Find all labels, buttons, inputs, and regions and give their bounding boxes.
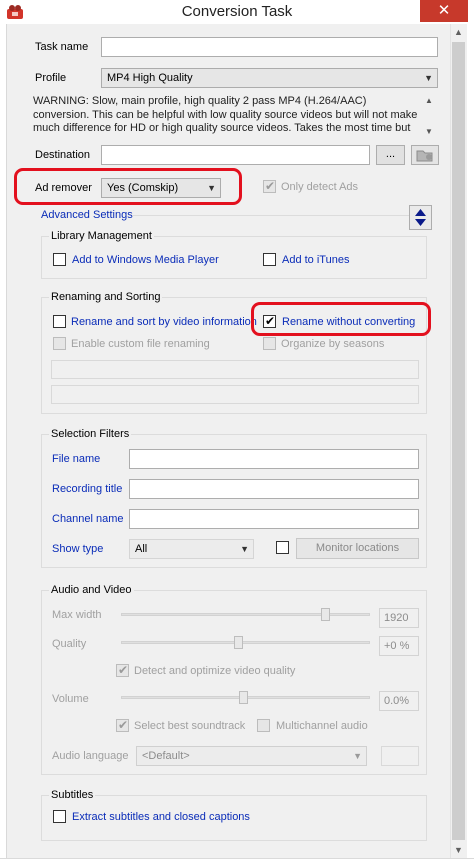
checkmark-icon: ✔ (265, 179, 276, 193)
monitor-locations-button[interactable]: Monitor locations (296, 538, 419, 559)
custom-rename-preview-input[interactable] (51, 385, 419, 404)
show-type-dropdown[interactable]: All ▼ (129, 539, 254, 559)
add-to-wmp-label[interactable]: Add to Windows Media Player (72, 253, 219, 267)
chevron-down-icon: ▼ (424, 73, 433, 83)
advanced-settings-link[interactable]: Advanced Settings (41, 208, 133, 222)
chevron-down-icon: ▼ (240, 544, 249, 554)
only-detect-ads-checkbox[interactable]: ✔ (263, 179, 276, 193)
only-detect-ads-label: Only detect Ads (281, 181, 359, 193)
task-name-label: Task name (35, 41, 89, 53)
max-width-slider-track[interactable] (121, 613, 370, 616)
custom-rename-pattern-input[interactable] (51, 360, 419, 379)
add-to-itunes-checkbox[interactable] (263, 253, 276, 266)
scroll-down-arrow-icon[interactable]: ▼ (450, 842, 467, 859)
task-name-input[interactable] (101, 37, 438, 57)
max-width-value[interactable]: 1920 (379, 608, 419, 628)
add-to-wmp-checkbox[interactable] (53, 253, 66, 266)
file-name-label[interactable]: File name (52, 452, 100, 466)
audio-language-selected-value: <Default> (142, 750, 190, 762)
ad-remover-label: Ad remover (35, 182, 92, 194)
profile-dropdown[interactable]: MP4 High Quality ▼ (101, 68, 438, 88)
expand-collapse-button[interactable] (409, 205, 432, 230)
subtitles-title: Subtitles (49, 788, 96, 802)
recording-title-filter-input[interactable] (129, 479, 419, 499)
rename-without-converting-label[interactable]: Rename without converting (282, 315, 415, 329)
checkmark-icon: ✔ (265, 314, 276, 328)
extract-subtitles-checkbox[interactable] (53, 810, 66, 823)
audio-language-code-input[interactable] (381, 746, 419, 766)
browse-button[interactable]: ... (376, 145, 405, 165)
show-type-selected-value: All (135, 543, 148, 555)
checkmark-icon: ✔ (118, 718, 129, 732)
rename-sort-checkbox[interactable] (53, 315, 66, 328)
scrollbar-thumb[interactable] (452, 42, 465, 840)
detect-optimize-checkbox[interactable]: ✔ (116, 663, 129, 677)
best-soundtrack-label: Select best soundtrack (134, 720, 246, 732)
close-button[interactable]: ✕ (420, 0, 468, 22)
audio-language-dropdown[interactable]: <Default> ▼ (136, 746, 367, 766)
volume-value[interactable]: 0.0% (379, 691, 419, 711)
custom-renaming-label: Enable custom file renaming (71, 338, 210, 350)
multichannel-audio-checkbox[interactable] (257, 719, 270, 732)
rename-without-converting-checkbox[interactable]: ✔ (263, 314, 276, 328)
volume-slider-thumb[interactable] (239, 691, 248, 704)
file-name-filter-input[interactable] (129, 449, 419, 469)
destination-input[interactable] (101, 145, 370, 165)
destination-label: Destination (35, 149, 91, 161)
organize-seasons-checkbox[interactable] (263, 337, 276, 350)
custom-renaming-checkbox[interactable] (53, 337, 66, 350)
extract-subtitles-label[interactable]: Extract subtitles and closed captions (72, 810, 250, 824)
description-scroll-up-icon[interactable]: ▲ (423, 96, 435, 108)
audio-language-label: Audio language (52, 750, 129, 762)
profile-description: WARNING: Slow, main profile, high qualit… (33, 95, 418, 134)
advanced-divider (132, 215, 424, 216)
window-frame (0, 24, 7, 861)
profile-label: Profile (35, 72, 67, 84)
volume-label: Volume (52, 693, 89, 705)
selection-filters-title: Selection Filters (49, 427, 132, 441)
channel-name-filter-input[interactable] (129, 509, 419, 529)
quality-label: Quality (52, 638, 87, 650)
checkmark-icon: ✔ (118, 663, 129, 677)
profile-selected-value: MP4 High Quality (107, 72, 193, 84)
chevron-down-icon: ▼ (353, 751, 362, 761)
close-icon: ✕ (437, 2, 451, 19)
library-management-title: Library Management (49, 229, 154, 243)
ad-remover-selected-value: Yes (Comskip) (107, 182, 179, 194)
monitor-locations-checkbox[interactable] (276, 541, 289, 554)
scroll-up-arrow-icon[interactable]: ▲ (450, 24, 467, 41)
quality-slider-track[interactable] (121, 641, 370, 644)
open-folder-button[interactable] (411, 145, 439, 165)
rename-sort-label[interactable]: Rename and sort by video information (71, 315, 257, 329)
best-soundtrack-checkbox[interactable]: ✔ (116, 718, 129, 732)
audio-video-title: Audio and Video (49, 583, 134, 597)
max-width-label: Max width (52, 609, 102, 621)
quality-value[interactable]: +0 % (379, 636, 419, 656)
add-to-itunes-label[interactable]: Add to iTunes (282, 253, 349, 267)
renaming-sorting-title: Renaming and Sorting (49, 290, 163, 304)
folder-icon (416, 150, 433, 162)
multichannel-audio-label: Multichannel audio (276, 720, 368, 732)
show-type-label[interactable]: Show type (52, 542, 103, 556)
organize-seasons-label: Organize by seasons (281, 338, 385, 350)
window-title: Conversion Task (181, 3, 293, 20)
expand-collapse-icon (415, 209, 426, 226)
description-scroll-down-icon[interactable]: ▼ (423, 127, 435, 139)
max-width-slider-thumb[interactable] (321, 608, 331, 621)
quality-slider-thumb[interactable] (234, 636, 244, 649)
chevron-down-icon: ▼ (207, 183, 216, 193)
channel-name-label[interactable]: Channel name (52, 512, 124, 526)
detect-optimize-label: Detect and optimize video quality (134, 665, 296, 677)
ad-remover-dropdown[interactable]: Yes (Comskip) ▼ (101, 178, 221, 198)
recording-title-label[interactable]: Recording title (52, 482, 122, 496)
